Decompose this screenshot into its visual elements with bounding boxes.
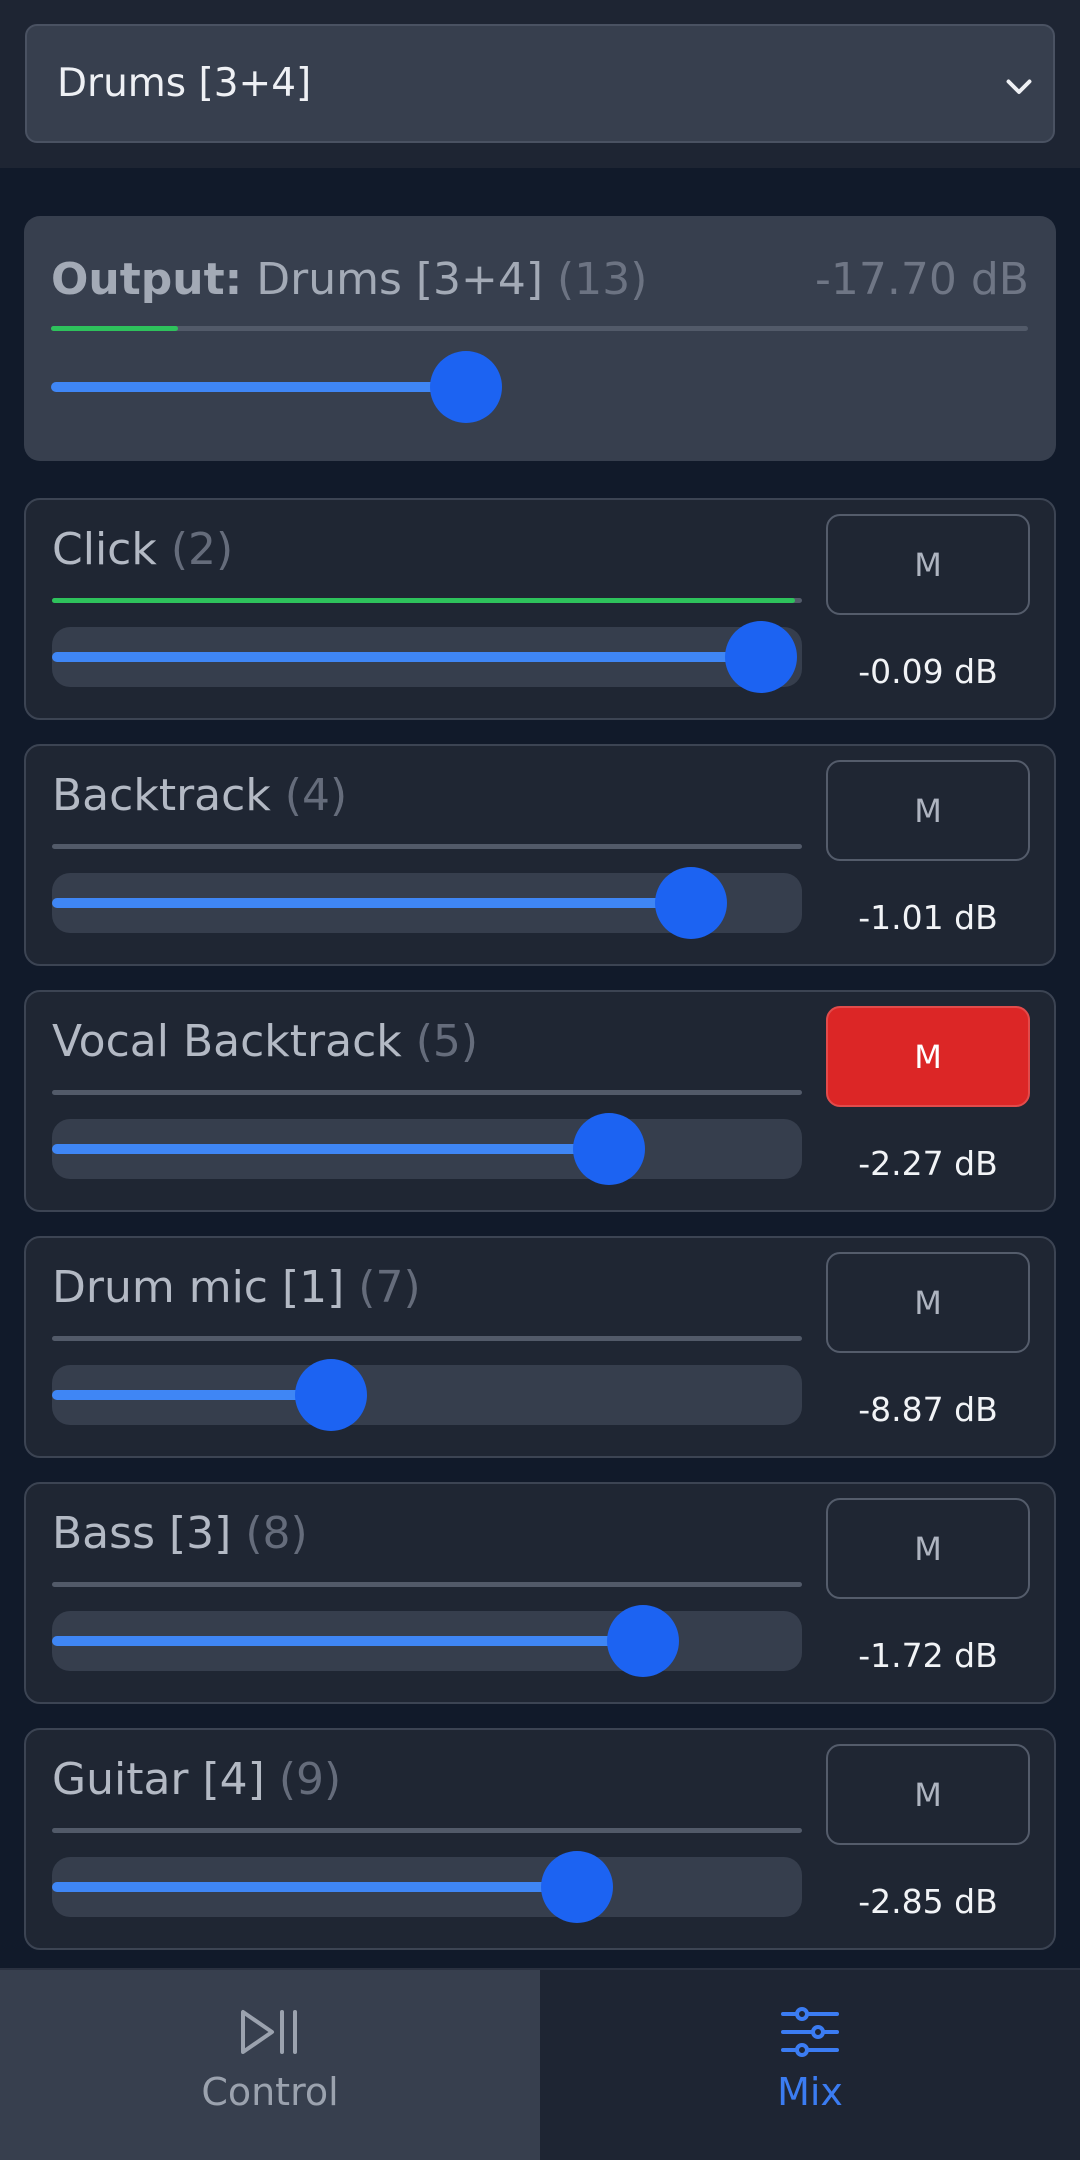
channel-level-meter <box>52 1828 802 1833</box>
channel-index: (9) <box>278 1754 342 1805</box>
bottom-nav: Control Mix <box>0 1968 1080 2160</box>
channel-strip-2: Vocal Backtrack (5) M -2.27 dB <box>24 990 1056 1212</box>
channel-name: Guitar [4] <box>52 1754 265 1805</box>
channel-fader-thumb[interactable] <box>541 1851 613 1923</box>
output-label: Output: <box>51 254 243 305</box>
channel-index: (8) <box>245 1508 308 1559</box>
channel-level-meter <box>52 844 802 849</box>
tab-mix[interactable]: Mix <box>540 1970 1080 2160</box>
output-fader-bar <box>51 382 467 392</box>
channel-index: (4) <box>284 770 348 821</box>
channel-fader[interactable] <box>52 867 802 939</box>
channel-db-value: -2.27 dB <box>858 1144 998 1183</box>
channel-db-value: -1.01 dB <box>858 898 998 937</box>
channel-fader[interactable] <box>52 1851 802 1923</box>
mute-button[interactable]: M <box>826 514 1030 615</box>
channel-db-value: -8.87 dB <box>858 1390 998 1429</box>
channel-fader[interactable] <box>52 1113 802 1185</box>
channel-fader-bar <box>52 1390 331 1400</box>
channel-fader-bar <box>52 1144 610 1154</box>
channel-db-value: -0.09 dB <box>858 652 998 691</box>
channel-strip-4: Bass [3] (8) M -1.72 dB <box>24 1482 1056 1704</box>
channel-name-line: Click (2) <box>52 524 233 575</box>
output-level-meter <box>51 326 1028 331</box>
channel-level-meter <box>52 598 802 603</box>
channel-fader-thumb[interactable] <box>607 1605 679 1677</box>
output-card: Output: Drums [3+4] (13) -17.70 dB <box>24 216 1056 461</box>
channel-db-value: -1.72 dB <box>858 1636 998 1675</box>
output-title: Output: Drums [3+4] (13) <box>51 254 647 305</box>
channel-fader[interactable] <box>52 621 802 693</box>
output-select[interactable]: Drums [3+4] <box>25 24 1055 143</box>
channel-name-line: Backtrack (4) <box>52 770 347 821</box>
channel-level-meter <box>52 1582 802 1587</box>
channel-fader-thumb[interactable] <box>573 1113 646 1185</box>
sliders-icon <box>781 2007 839 2057</box>
play-pause-icon <box>241 2010 297 2054</box>
channel-fader-bar <box>52 898 691 908</box>
channel-index: (5) <box>415 1016 479 1067</box>
output-fader[interactable] <box>51 351 1028 423</box>
channel-name-line: Guitar [4] (9) <box>52 1754 341 1805</box>
channel-name-line: Vocal Backtrack (5) <box>52 1016 478 1067</box>
output-index: (13) <box>557 254 648 305</box>
output-name: Drums [3+4] <box>256 254 544 305</box>
channel-name: Drum mic [1] <box>52 1262 345 1313</box>
channel-strip-1: Backtrack (4) M -1.01 dB <box>24 744 1056 966</box>
channel-fader-thumb[interactable] <box>724 621 797 693</box>
chevron-down-icon <box>1006 79 1032 94</box>
channel-fader-bar <box>52 1636 643 1646</box>
channel-index: (7) <box>358 1262 421 1313</box>
mute-button[interactable]: M <box>826 1498 1030 1599</box>
channel-name-line: Bass [3] (8) <box>52 1508 308 1559</box>
channel-strip-0: Click (2) M -0.09 dB <box>24 498 1056 720</box>
channel-fader-bar <box>52 1882 577 1892</box>
top-bar: Drums [3+4] <box>0 0 1080 168</box>
tab-mix-label: Mix <box>777 2070 843 2114</box>
tab-control[interactable]: Control <box>0 1970 540 2160</box>
channel-index: (2) <box>170 524 234 575</box>
channel-name: Vocal Backtrack <box>52 1016 402 1067</box>
mute-button[interactable]: M <box>826 760 1030 861</box>
tab-control-label: Control <box>201 2070 339 2114</box>
output-level-meter-fill <box>51 326 178 331</box>
output-select-value: Drums [3+4] <box>57 61 312 106</box>
channel-strip-3: Drum mic [1] (7) M -8.87 dB <box>24 1236 1056 1458</box>
output-fader-thumb[interactable] <box>430 351 503 423</box>
mute-button[interactable]: M <box>826 1006 1030 1107</box>
channel-level-meter-fill <box>52 598 795 603</box>
output-db-value: -17.70 dB <box>815 254 1029 305</box>
channel-fader-thumb[interactable] <box>655 867 727 939</box>
channel-strip-5: Guitar [4] (9) M -2.85 dB <box>24 1728 1056 1950</box>
mute-button[interactable]: M <box>826 1744 1030 1845</box>
channel-fader-thumb[interactable] <box>295 1359 367 1431</box>
channel-level-meter <box>52 1336 802 1341</box>
channel-name: Backtrack <box>52 770 271 821</box>
channel-name: Click <box>52 524 157 575</box>
channel-db-value: -2.85 dB <box>858 1882 998 1921</box>
channel-name-line: Drum mic [1] (7) <box>52 1262 421 1313</box>
channel-name: Bass [3] <box>52 1508 232 1559</box>
channel-fader-bar <box>52 652 761 662</box>
channel-level-meter <box>52 1090 802 1095</box>
mute-button[interactable]: M <box>826 1252 1030 1353</box>
channel-fader[interactable] <box>52 1359 802 1431</box>
channel-fader[interactable] <box>52 1605 802 1677</box>
